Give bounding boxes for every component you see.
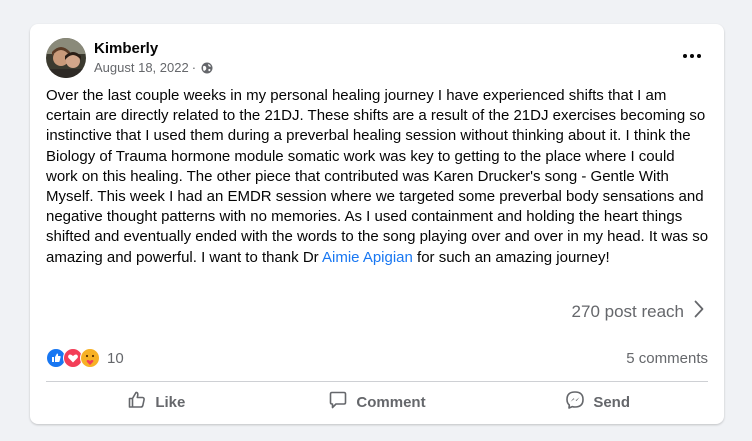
meta-separator: ·: [191, 60, 197, 75]
comment-label: Comment: [356, 393, 426, 411]
author-name[interactable]: Kimberly: [94, 40, 158, 57]
post-reach[interactable]: 270 post reach: [572, 300, 704, 323]
comments-count[interactable]: 5 comments: [626, 350, 708, 367]
send-label: Send: [593, 393, 631, 411]
divider: [46, 381, 708, 382]
post-reach-label: 270 post reach: [571, 301, 684, 321]
care-reaction-icon: [80, 348, 100, 368]
action-bar: Like Comment Send: [46, 384, 708, 420]
globe-icon[interactable]: [201, 62, 213, 74]
comment-button[interactable]: Comment: [267, 384, 488, 420]
send-button[interactable]: Send: [487, 384, 708, 420]
chevron-right-icon: [694, 300, 704, 323]
post-date[interactable]: August 18, 2022: [94, 60, 189, 75]
reaction-count: 10: [107, 349, 124, 367]
avatar[interactable]: [46, 38, 86, 78]
post-card: Kimberly August 18, 2022 · Over the last…: [30, 24, 724, 424]
post-body-text-end: for such an amazing journey!: [412, 248, 610, 266]
reactions-summary[interactable]: 10: [46, 348, 124, 368]
like-button[interactable]: Like: [46, 384, 267, 420]
messenger-icon: [565, 390, 585, 414]
post-meta: August 18, 2022 ·: [94, 60, 213, 75]
more-options-icon[interactable]: [680, 46, 704, 66]
thumbs-up-icon: [127, 390, 147, 414]
comment-icon: [328, 390, 348, 414]
like-label: Like: [155, 393, 186, 411]
post-body: Over the last couple weeks in my persona…: [46, 86, 710, 268]
mention-link[interactable]: Aimie Apigian: [322, 249, 413, 266]
post-body-text: Over the last couple weeks in my persona…: [46, 87, 709, 266]
